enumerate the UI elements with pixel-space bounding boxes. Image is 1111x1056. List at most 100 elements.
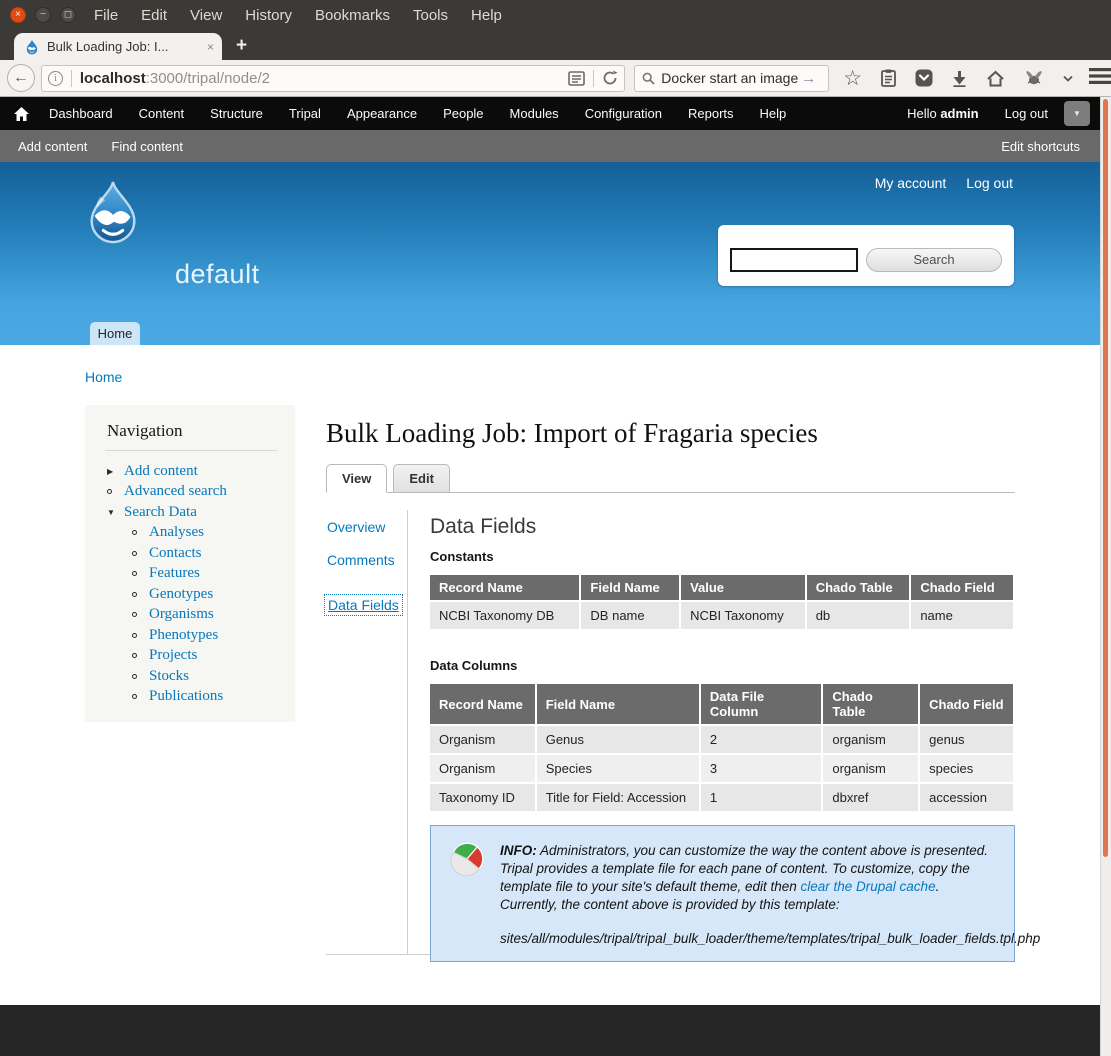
- cell: Organism: [430, 726, 535, 753]
- expanded-arrow-icon[interactable]: ▼: [107, 508, 121, 517]
- shortcuts-bar: Add content Find content Edit shortcuts: [0, 130, 1100, 162]
- reader-mode-icon[interactable]: [568, 71, 585, 86]
- browser-search-input[interactable]: [661, 70, 801, 86]
- menu-tools[interactable]: Tools: [413, 7, 448, 24]
- window-titlebar: × − ◻ File Edit View History Bookmarks T…: [0, 0, 1111, 30]
- table-row: Organism Genus 2 organism genus: [430, 726, 1013, 753]
- sidebar-item-publications[interactable]: Publications: [107, 687, 281, 708]
- admin-logout-link[interactable]: Log out: [1005, 106, 1048, 121]
- toolbar-toggle-button[interactable]: ▼: [1064, 101, 1090, 126]
- download-icon[interactable]: [952, 70, 967, 87]
- admin-menu-reports[interactable]: Reports: [688, 106, 734, 121]
- node-tabs: View Edit: [326, 464, 1015, 493]
- home-icon[interactable]: [986, 70, 1005, 87]
- screen: × − ◻ File Edit View History Bookmarks T…: [0, 0, 1111, 1056]
- info-bold: INFO:: [500, 843, 537, 858]
- leaf-bullet-icon: [132, 653, 146, 658]
- url-path: :3000/tripal/node/2: [146, 70, 270, 87]
- pane-link-overview[interactable]: Overview: [327, 519, 407, 535]
- admin-menu-structure[interactable]: Structure: [210, 106, 263, 121]
- tab-edit[interactable]: Edit: [393, 464, 450, 493]
- window-close-button[interactable]: ×: [10, 7, 26, 23]
- url-text[interactable]: localhost:3000/tripal/node/2: [80, 70, 568, 87]
- table-row: NCBI Taxonomy DB DB name NCBI Taxonomy d…: [430, 602, 1013, 629]
- menu-bookmarks[interactable]: Bookmarks: [315, 7, 390, 24]
- header-search-button[interactable]: Search: [866, 248, 1002, 272]
- site-name[interactable]: default: [175, 259, 260, 290]
- breadcrumb-home-link[interactable]: Home: [85, 369, 122, 385]
- sidebar-item-add-content[interactable]: ▶Add content: [107, 461, 281, 482]
- back-button[interactable]: ←: [7, 64, 35, 92]
- admin-menu-appearance[interactable]: Appearance: [347, 106, 417, 121]
- toolbar-icons: ☆: [843, 68, 1073, 89]
- constants-table: Record Name Field Name Value Chado Table…: [428, 573, 1015, 631]
- greeting-text: Hello admin: [907, 106, 979, 121]
- pane-link-comments[interactable]: Comments: [327, 552, 407, 568]
- site-info-icon[interactable]: i: [48, 71, 63, 86]
- leaf-bullet-icon: [132, 674, 146, 679]
- sidebar-item-genotypes[interactable]: Genotypes: [107, 584, 281, 605]
- my-account-link[interactable]: My account: [875, 175, 947, 191]
- reload-icon[interactable]: [602, 70, 618, 86]
- sidebar-item-search-data[interactable]: ▼Search Data: [107, 502, 281, 523]
- sidebar-item-features[interactable]: Features: [107, 564, 281, 585]
- url-bar[interactable]: i localhost:3000/tripal/node/2: [41, 65, 625, 92]
- edit-shortcuts-link[interactable]: Edit shortcuts: [1001, 139, 1080, 154]
- admin-user-area: Hello admin Log out: [907, 106, 1048, 121]
- template-path: sites/all/modules/tripal/tripal_bulk_loa…: [500, 931, 1000, 946]
- logout-link[interactable]: Log out: [966, 175, 1013, 191]
- breadcrumb: Home: [85, 369, 122, 385]
- sidebar-item-analyses[interactable]: Analyses: [107, 523, 281, 544]
- cell: name: [911, 602, 1013, 629]
- sidebar-item-organisms[interactable]: Organisms: [107, 605, 281, 626]
- tab-view[interactable]: View: [326, 464, 387, 493]
- sidebar-item-contacts[interactable]: Contacts: [107, 543, 281, 564]
- menu-view[interactable]: View: [190, 7, 222, 24]
- admin-menu-people[interactable]: People: [443, 106, 483, 121]
- scrollbar-thumb[interactable]: [1103, 99, 1108, 857]
- sidebar-item-phenotypes[interactable]: Phenotypes: [107, 625, 281, 646]
- admin-menu-help[interactable]: Help: [760, 106, 787, 121]
- pocket-icon[interactable]: [915, 69, 933, 87]
- search-go-icon[interactable]: →: [801, 70, 816, 87]
- sidebar-item-projects[interactable]: Projects: [107, 646, 281, 667]
- new-tab-button[interactable]: +: [236, 35, 247, 57]
- shortcut-find-content[interactable]: Find content: [111, 139, 183, 154]
- admin-menu-tripal[interactable]: Tripal: [289, 106, 321, 121]
- back-arrow-icon: ←: [13, 69, 29, 87]
- cell: Genus: [537, 726, 699, 753]
- header-search-input[interactable]: [730, 248, 858, 272]
- pane-body: Data Fields Constants Record Name Field …: [430, 510, 1015, 962]
- scrollbar-track[interactable]: [1100, 97, 1111, 1056]
- pane-link-data-fields[interactable]: Data Fields: [324, 594, 403, 616]
- clear-cache-link[interactable]: clear the Drupal cache: [801, 879, 936, 894]
- admin-menu-content[interactable]: Content: [139, 106, 185, 121]
- window-maximize-button[interactable]: ◻: [60, 7, 76, 23]
- shortcut-add-content[interactable]: Add content: [18, 139, 87, 154]
- page-footer: [0, 1005, 1100, 1056]
- bookmarks-clipboard-icon[interactable]: [881, 69, 896, 87]
- main-menu-home-tab[interactable]: Home: [90, 322, 140, 345]
- window-minimize-button[interactable]: −: [35, 7, 51, 23]
- menu-history[interactable]: History: [245, 7, 292, 24]
- drupal-logo[interactable]: [82, 180, 144, 249]
- browser-search-bar[interactable]: →: [634, 65, 829, 92]
- bookmark-star-icon[interactable]: ☆: [843, 68, 862, 89]
- menu-hamburger-icon[interactable]: [1089, 68, 1111, 89]
- collapsed-arrow-icon[interactable]: ▶: [107, 467, 121, 476]
- browser-tab[interactable]: Bulk Loading Job: I... ×: [14, 33, 222, 60]
- admin-menu-configuration[interactable]: Configuration: [585, 106, 662, 121]
- admin-menu-dashboard[interactable]: Dashboard: [49, 106, 113, 121]
- menu-edit[interactable]: Edit: [141, 7, 167, 24]
- search-icon: [642, 72, 655, 85]
- sidebar-item-advanced-search[interactable]: Advanced search: [107, 482, 281, 503]
- sidebar-item-stocks[interactable]: Stocks: [107, 666, 281, 687]
- menu-help[interactable]: Help: [471, 7, 502, 24]
- admin-menu-modules[interactable]: Modules: [510, 106, 559, 121]
- tab-close-icon[interactable]: ×: [207, 40, 214, 54]
- chevron-down-icon[interactable]: [1063, 75, 1073, 82]
- cell: NCBI Taxonomy: [681, 602, 805, 629]
- menu-file[interactable]: File: [94, 7, 118, 24]
- admin-home-icon[interactable]: [14, 107, 29, 121]
- extension-fly-icon[interactable]: [1024, 70, 1044, 86]
